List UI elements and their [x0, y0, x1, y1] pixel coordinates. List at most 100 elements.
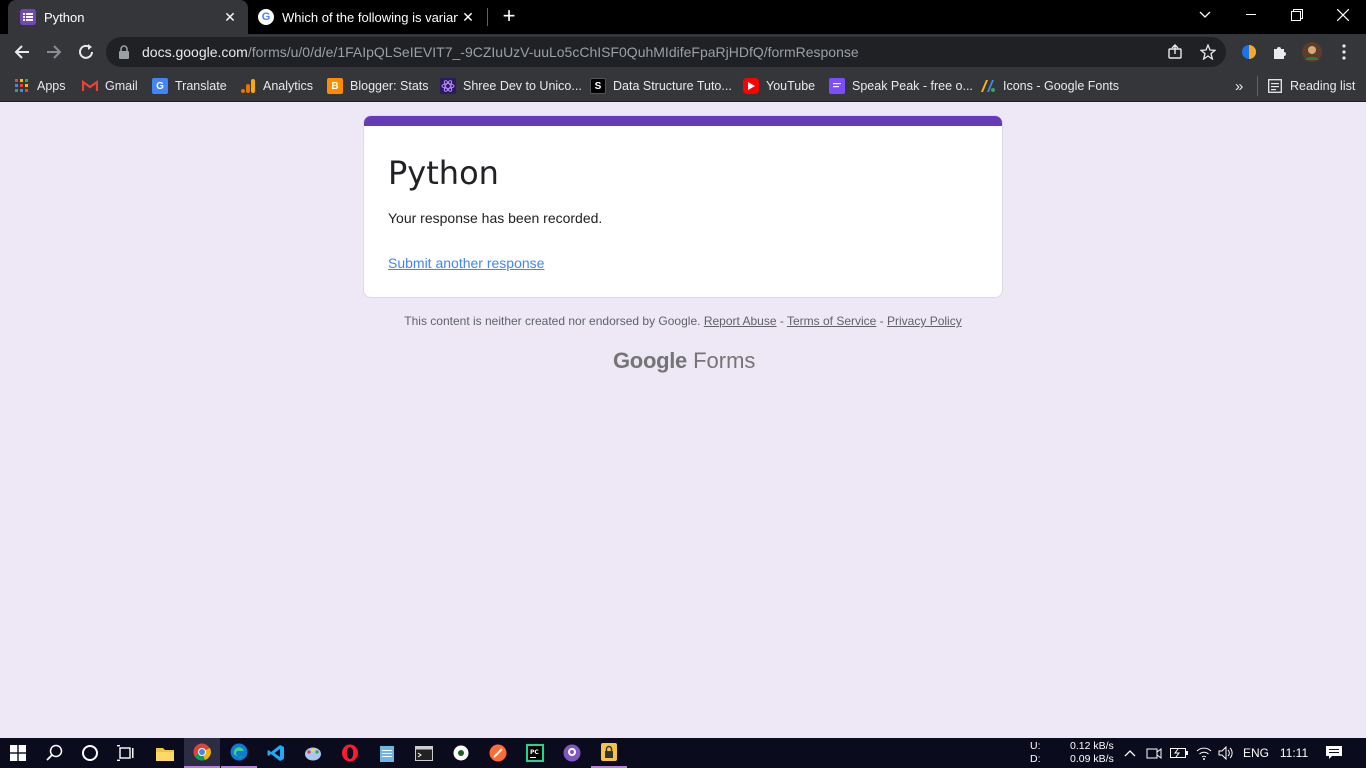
close-icon[interactable]: ✕ — [220, 7, 240, 27]
footer-disclaimer: This content is neither created nor endo… — [363, 314, 1003, 328]
apps-grid-icon — [14, 78, 30, 94]
card-accent-bar — [364, 116, 1002, 126]
bookmark-label: Shree Dev to Unico... — [463, 79, 582, 93]
chrome-icon[interactable] — [184, 738, 220, 768]
svg-text:PC: PC — [530, 749, 539, 756]
back-arrow-icon[interactable] — [10, 40, 34, 64]
bookmark-shree-dev[interactable]: Shree Dev to Unico... — [440, 76, 582, 96]
react-icon — [440, 78, 456, 94]
star-icon[interactable] — [1199, 43, 1217, 61]
bookmark-translate[interactable]: G Translate — [152, 76, 227, 96]
tab-variant-question[interactable]: G Which of the following is variant ✕ — [250, 0, 486, 34]
bookmark-gmail[interactable]: Gmail — [82, 76, 138, 96]
tab-divider — [487, 8, 488, 26]
bookmark-label: Blogger: Stats — [350, 79, 429, 93]
terms-of-service-link[interactable]: Terms of Service — [787, 314, 876, 328]
windows-start-icon[interactable] — [0, 738, 36, 768]
google-forms-logo[interactable]: Google Forms — [613, 348, 756, 374]
bookmark-apps[interactable]: Apps — [14, 76, 66, 96]
analytics-icon — [240, 78, 256, 94]
minimize-button[interactable] — [1228, 0, 1274, 30]
bookmark-label: Data Structure Tuto... — [613, 79, 732, 93]
close-window-button[interactable] — [1320, 0, 1366, 30]
file-explorer-icon[interactable] — [147, 738, 183, 768]
cortana-icon[interactable] — [72, 738, 108, 768]
submit-another-response-link[interactable]: Submit another response — [388, 255, 544, 271]
locked-app-icon[interactable] — [591, 738, 627, 768]
app-circle-icon[interactable] — [443, 738, 479, 768]
network-speed: U: 0.12 kB/s D: 0.09 kB/s — [1030, 740, 1114, 766]
net-down-label: D: — [1030, 753, 1041, 765]
response-card: Python Your response has been recorded. … — [363, 115, 1003, 298]
gmail-icon — [82, 78, 98, 94]
task-view-icon[interactable] — [108, 738, 144, 768]
bookmarks-overflow-button[interactable]: » — [1235, 76, 1243, 96]
blogger-icon: B — [327, 78, 343, 94]
postman-icon[interactable] — [480, 738, 516, 768]
terminal-icon[interactable] — [406, 738, 442, 768]
bookmark-speak-peak[interactable]: Speak Peak - free o... — [829, 76, 973, 96]
pycharm-icon[interactable]: PC — [517, 738, 553, 768]
s-logo-icon: S — [590, 78, 606, 94]
edge-icon[interactable] — [221, 738, 257, 768]
address-bar[interactable]: docs.google.com/forms/u/0/d/e/1FAIpQLSeI… — [106, 37, 1226, 67]
avatar[interactable] — [1302, 42, 1322, 62]
bookmark-label: Apps — [37, 79, 66, 93]
url-host: docs.google.com — [142, 44, 248, 60]
footer-separator: - — [876, 314, 888, 328]
chevron-up-icon[interactable] — [1120, 738, 1140, 768]
clock[interactable]: 11:11 — [1276, 738, 1312, 768]
close-icon[interactable]: ✕ — [458, 7, 478, 27]
tab-title: Which of the following is variant — [282, 9, 458, 25]
bookmark-label: Analytics — [263, 79, 314, 93]
report-abuse-link[interactable]: Report Abuse — [704, 314, 777, 328]
language-indicator[interactable]: ENG — [1240, 738, 1272, 768]
lock-icon — [118, 45, 130, 64]
bookmark-data-structure[interactable]: S Data Structure Tuto... — [590, 76, 732, 96]
notifications-icon[interactable] — [1322, 738, 1346, 768]
google-forms-icon — [20, 9, 36, 25]
volume-icon[interactable] — [1216, 738, 1236, 768]
bookmark-blogger[interactable]: B Blogger: Stats — [327, 76, 429, 96]
wifi-icon[interactable] — [1194, 738, 1214, 768]
reading-list-button[interactable]: Reading list — [1267, 76, 1355, 96]
url-path: /forms/u/0/d/e/1FAIpQLSeIEVIT7_-9CZIuUzV… — [247, 44, 859, 60]
opera-icon[interactable] — [332, 738, 368, 768]
restore-button[interactable] — [1274, 0, 1320, 30]
forward-arrow-icon[interactable] — [42, 40, 66, 64]
share-icon[interactable] — [1166, 43, 1184, 61]
bookmarks-divider — [1257, 76, 1258, 96]
meet-now-icon[interactable] — [1144, 738, 1164, 768]
bookmarks-bar: Apps Gmail G Translate Analytics B Blogg… — [0, 70, 1366, 102]
youtube-icon — [743, 78, 759, 94]
vscode-icon[interactable] — [258, 738, 294, 768]
menu-kebab-icon[interactable] — [1334, 42, 1354, 62]
bookmark-google-fonts[interactable]: Icons - Google Fonts — [980, 76, 1119, 96]
github-desktop-icon[interactable] — [554, 738, 590, 768]
chat-icon — [829, 78, 845, 94]
browser-toolbar: docs.google.com/forms/u/0/d/e/1FAIpQLSeI… — [0, 34, 1366, 70]
notepad-icon[interactable] — [369, 738, 405, 768]
tab-search-icon[interactable] — [1182, 0, 1228, 30]
logo-forms-text: Forms — [693, 348, 756, 373]
extension-orb-icon[interactable] — [1239, 42, 1259, 62]
bookmark-analytics[interactable]: Analytics — [240, 76, 313, 96]
translate-icon: G — [152, 78, 168, 94]
paint-icon[interactable] — [295, 738, 331, 768]
form-title: Python — [388, 154, 499, 192]
battery-icon[interactable] — [1168, 738, 1190, 768]
tab-python[interactable]: Python ✕ — [8, 0, 248, 34]
net-up-value: 0.12 kB/s — [1070, 740, 1114, 752]
bookmark-label: Icons - Google Fonts — [1003, 79, 1120, 93]
tab-strip: Python ✕ G Which of the following is var… — [0, 0, 1366, 34]
new-tab-button[interactable]: + — [497, 5, 521, 29]
puzzle-icon[interactable] — [1270, 42, 1290, 62]
url-text: docs.google.com/forms/u/0/d/e/1FAIpQLSeI… — [142, 44, 859, 60]
bookmark-label: Speak Peak - free o... — [852, 79, 973, 93]
disclaimer-text: This content is neither created nor endo… — [404, 314, 701, 328]
privacy-policy-link[interactable]: Privacy Policy — [887, 314, 962, 328]
search-icon[interactable] — [37, 738, 73, 768]
reload-icon[interactable] — [74, 40, 98, 64]
google-fonts-icon — [980, 78, 996, 94]
bookmark-youtube[interactable]: YouTube — [743, 76, 815, 96]
